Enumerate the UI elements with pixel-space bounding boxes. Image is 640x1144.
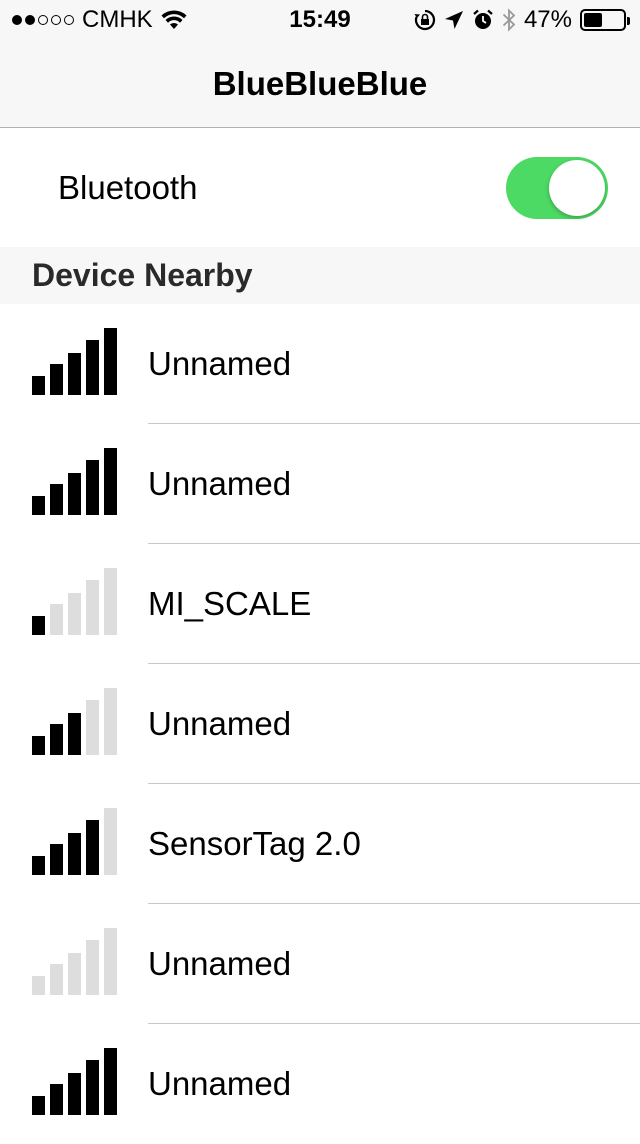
- bluetooth-label: Bluetooth: [58, 169, 198, 206]
- device-name: MI_SCALE: [148, 585, 312, 622]
- signal-strength-icon: [32, 568, 118, 635]
- carrier-label: CMHK: [82, 6, 153, 33]
- signal-strength-icon: [32, 1048, 118, 1115]
- alarm-icon: [473, 9, 493, 29]
- device-name: Unnamed: [148, 945, 292, 982]
- toggle-knob: [549, 160, 605, 216]
- wifi-icon: [161, 10, 187, 29]
- location-arrow-icon: [444, 11, 463, 29]
- navigation-bar: BlueBlueBlue: [0, 40, 640, 128]
- page-title: BlueBlueBlue: [212, 64, 428, 102]
- rotation-lock-icon: [414, 9, 436, 31]
- bluetooth-setting-row: Bluetooth: [0, 129, 640, 247]
- section-header: Device Nearby: [0, 247, 640, 304]
- signal-strength-icon: [32, 808, 118, 875]
- section-title: Device Nearby: [32, 257, 253, 293]
- device-row[interactable]: Unnamed: [0, 904, 640, 1024]
- device-row[interactable]: MI_SCALE: [0, 544, 640, 664]
- device-name: Unnamed: [148, 1065, 292, 1102]
- status-bar: CMHK 15:49 47%: [0, 0, 640, 40]
- device-name: SensorTag 2.0: [148, 825, 361, 862]
- signal-strength-icon: [32, 688, 118, 755]
- bluetooth-icon: [502, 8, 516, 32]
- status-left: CMHK: [12, 6, 187, 34]
- device-row[interactable]: Unnamed: [0, 664, 640, 784]
- device-name: Unnamed: [148, 345, 292, 382]
- signal-strength-icon: [32, 448, 118, 515]
- device-name: Unnamed: [148, 465, 292, 502]
- device-row[interactable]: Unnamed: [0, 1024, 640, 1144]
- device-list: Unnamed Unnamed MI_SCALE Unnamed SensorT…: [0, 304, 640, 1144]
- bluetooth-toggle[interactable]: [506, 157, 608, 219]
- battery-percent: 47%: [523, 6, 572, 33]
- signal-strength-icon: [32, 328, 118, 395]
- device-row[interactable]: Unnamed: [0, 424, 640, 544]
- cell-signal-icon: [12, 15, 74, 25]
- status-right: 47%: [414, 6, 630, 34]
- battery-icon: [580, 9, 630, 31]
- signal-strength-icon: [32, 928, 118, 995]
- device-row[interactable]: SensorTag 2.0: [0, 784, 640, 904]
- device-name: Unnamed: [148, 705, 292, 742]
- device-row[interactable]: Unnamed: [0, 304, 640, 424]
